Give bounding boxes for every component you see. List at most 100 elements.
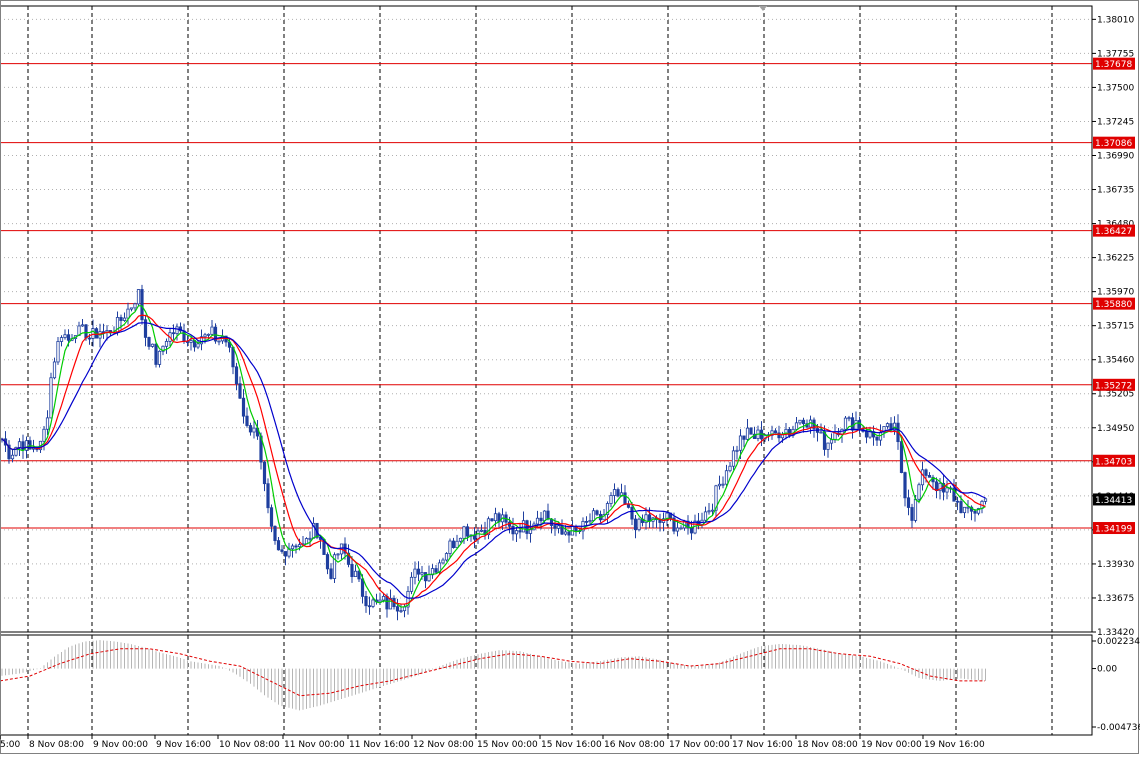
candle-body [689, 527, 694, 534]
time-tick-label: 15 Nov 16:00 [541, 740, 602, 750]
price-tick-label: 1.37500 [1097, 83, 1134, 93]
candle-body [934, 481, 939, 492]
candle-body [829, 439, 834, 444]
candle-body [731, 450, 736, 467]
candle-body [126, 308, 130, 319]
candle-body [245, 415, 249, 426]
candle-body [721, 483, 725, 486]
candle-body [266, 483, 270, 509]
horizontal-levels[interactable] [0, 63, 1092, 529]
time-tick-label: 17 Nov 00:00 [669, 740, 730, 750]
level-price-tag[interactable]: 1.36427 [1093, 224, 1135, 238]
candle-body [521, 520, 526, 533]
candle-body [983, 498, 988, 502]
time-tick-label: 11 Nov 16:00 [349, 740, 410, 750]
level-price-tag[interactable]: 1.34703 [1093, 454, 1135, 468]
candle-body [283, 551, 288, 557]
candle-body [822, 431, 827, 450]
candle-body [955, 500, 960, 503]
level-price-tag[interactable]: 1.37086 [1093, 136, 1135, 150]
candle-body [913, 498, 918, 521]
level-price-tag[interactable]: 1.35880 [1093, 297, 1135, 311]
candle-body [563, 531, 568, 535]
candle-body [164, 340, 169, 347]
level-price-tag[interactable]: 1.34199 [1093, 522, 1135, 535]
level-tag-label: 1.36427 [1095, 227, 1132, 237]
candle-body [290, 545, 295, 550]
moving-averages [1, 305, 986, 608]
candle-body [703, 511, 708, 521]
candle-body [248, 425, 253, 433]
candle-body [325, 554, 330, 570]
candle-body [626, 503, 631, 508]
candle-body [864, 430, 869, 438]
shift-marker-icon[interactable] [759, 6, 767, 11]
candle-body [427, 574, 431, 582]
candle-body [147, 337, 151, 347]
candle-body [455, 540, 459, 549]
time-tick-label: 19 Nov 00:00 [861, 740, 922, 750]
candle-body [91, 328, 95, 339]
candle-body [535, 517, 540, 525]
price-tick-label: 1.35970 [1097, 288, 1134, 298]
level-price-tag[interactable]: 1.37678 [1093, 57, 1135, 71]
candle-body [59, 337, 64, 342]
macd-window-border [0, 634, 1093, 736]
candle-body [899, 441, 904, 473]
candle-body [679, 527, 683, 530]
candle-body [623, 492, 627, 505]
candle-body [45, 417, 50, 430]
candle-body [171, 332, 176, 335]
candle-body [742, 435, 746, 440]
candle-body [819, 431, 823, 434]
time-tick-label: 8 Nov 08:00 [29, 740, 84, 750]
candle-body [518, 530, 522, 533]
candle-body [724, 470, 729, 485]
candle-body [52, 361, 57, 379]
candle-body [833, 432, 837, 441]
candle-body [150, 343, 155, 347]
candle-body [843, 417, 848, 430]
candle-body [546, 510, 550, 520]
candle-body [49, 377, 53, 419]
time-tick-label: 5:00 [0, 740, 20, 750]
candle-body [920, 469, 925, 486]
price-axis[interactable]: 1.380101.377551.375001.372451.369901.367… [1092, 15, 1140, 733]
candle-body [745, 427, 750, 440]
candle-body [850, 417, 855, 431]
candle-body [917, 484, 921, 500]
candle-body [539, 517, 543, 522]
candle-body [511, 525, 515, 535]
candle-body [675, 527, 680, 532]
candle-body [728, 465, 732, 472]
candle-body [451, 540, 456, 549]
candle-body [252, 427, 256, 433]
candle-body [794, 422, 799, 430]
time-tick-label: 16 Nov 08:00 [604, 740, 665, 750]
macd-window [0, 640, 986, 711]
candle-body [717, 483, 722, 487]
main-window-border [0, 5, 1093, 633]
candle-body [490, 518, 494, 522]
candle-body [66, 334, 71, 341]
price-tick-label: 1.36735 [1097, 186, 1134, 196]
candle-body [798, 419, 802, 424]
candle-body [56, 341, 60, 363]
candle-body [924, 469, 928, 476]
candle-body [87, 337, 92, 340]
candle-body [801, 419, 806, 425]
candle-body [206, 333, 211, 336]
time-axis[interactable]: 5:00 8 Nov 08:00 9 Nov 00:00 9 Nov 16:00 10 … [0, 735, 985, 750]
candle-body [542, 510, 547, 522]
price-tick-label: 1.33675 [1097, 594, 1134, 604]
candle-body [175, 326, 179, 334]
candle-body [371, 599, 375, 607]
candle-body [241, 397, 246, 417]
candle-body [381, 595, 386, 601]
level-price-tag[interactable]: 1.35272 [1093, 378, 1135, 392]
price-chart[interactable]: 1.380101.377551.375001.372451.369901.367… [0, 0, 1140, 754]
candle-body [945, 487, 949, 493]
candle-body [857, 420, 862, 429]
price-tick-label: 1.35715 [1097, 322, 1134, 332]
price-tick-label: 1.35460 [1097, 356, 1134, 366]
